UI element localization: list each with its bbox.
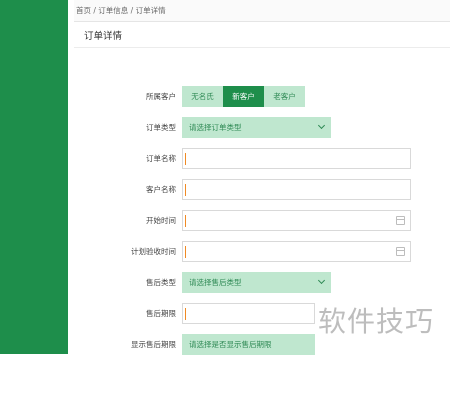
show-after-sales-label: 显示售后期限 <box>131 340 176 349</box>
customer-type-row: 所属客户 无名氏 新客户 老客户 <box>74 86 450 107</box>
text-cursor <box>185 308 186 320</box>
customer-name-input[interactable] <box>182 179 411 200</box>
customer-type-option-old[interactable]: 老客户 <box>264 86 305 107</box>
after-sales-type-label: 售后类型 <box>146 278 176 287</box>
watermark: 软件技巧 <box>318 305 435 338</box>
after-sales-type-row: 售后类型 请选择售后类型 <box>74 272 450 293</box>
customer-type-option-new[interactable]: 新客户 <box>223 86 264 107</box>
start-time-label: 开始时间 <box>146 216 176 225</box>
order-name-row: 订单名称 <box>74 148 450 169</box>
text-cursor <box>185 184 186 196</box>
show-after-sales-select[interactable]: 请选择是否显示售后期限 <box>182 334 315 355</box>
customer-name-label: 客户名称 <box>146 185 176 194</box>
text-cursor <box>185 215 186 227</box>
page-title: 订单详情 <box>74 22 450 48</box>
customer-name-row: 客户名称 <box>74 179 450 200</box>
acceptance-time-label: 计划验收时间 <box>131 247 176 256</box>
customer-type-segmented: 无名氏 新客户 老客户 <box>182 86 305 107</box>
sidebar-item[interactable]: 订单交付进度 <box>0 377 68 402</box>
start-time-input[interactable] <box>182 210 411 231</box>
customer-type-option-anon[interactable]: 无名氏 <box>182 86 223 107</box>
text-cursor <box>185 246 186 258</box>
acceptance-time-input[interactable] <box>182 241 411 262</box>
show-after-sales-placeholder: 请选择是否显示售后期限 <box>189 340 272 349</box>
order-type-row: 订单类型 请选择订单类型 <box>74 117 450 138</box>
chevron-down-icon <box>317 276 326 285</box>
order-type-select[interactable]: 请选择订单类型 <box>182 117 331 138</box>
text-cursor <box>185 153 186 165</box>
breadcrumb: 首页 / 订单信息 / 订单详情 <box>74 0 450 22</box>
chevron-down-icon <box>317 121 326 130</box>
sidebar-item[interactable]: 过程记录 <box>0 353 68 377</box>
calendar-icon[interactable] <box>396 216 405 225</box>
order-name-label: 订单名称 <box>146 154 176 163</box>
customer-type-label: 所属客户 <box>146 92 176 101</box>
order-type-label: 订单类型 <box>146 123 176 132</box>
after-sales-type-select[interactable]: 请选择售后类型 <box>182 272 331 293</box>
order-name-input[interactable] <box>182 148 411 169</box>
after-sales-type-placeholder: 请选择售后类型 <box>189 278 242 287</box>
order-type-placeholder: 请选择订单类型 <box>189 123 242 132</box>
sidebar-divider <box>0 0 68 354</box>
after-sales-period-label: 售后期限 <box>146 309 176 318</box>
after-sales-period-input[interactable] <box>182 303 315 324</box>
calendar-icon[interactable] <box>396 247 405 256</box>
acceptance-time-row: 计划验收时间 <box>74 241 450 262</box>
start-time-row: 开始时间 <box>74 210 450 231</box>
